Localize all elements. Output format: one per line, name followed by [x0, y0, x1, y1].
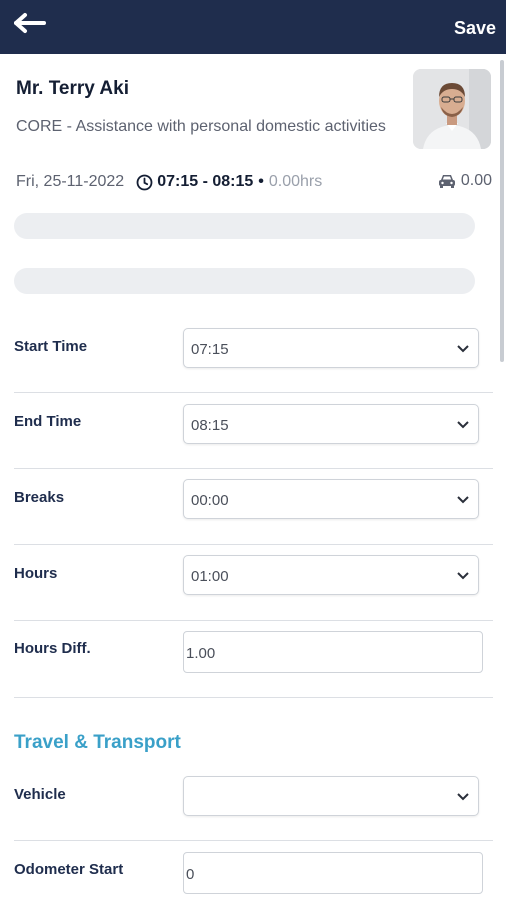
hours-diff-value: 1.00 — [186, 645, 216, 662]
start-time-value: 07:15 — [191, 341, 229, 358]
hours-diff-input[interactable]: 1.00 — [183, 631, 483, 673]
breaks-select[interactable]: 00:00 — [183, 479, 479, 519]
breaks-label: Breaks — [14, 489, 65, 506]
divider — [14, 620, 493, 621]
top-app-bar: Save — [0, 0, 506, 54]
avatar-photo — [413, 69, 491, 149]
odometer-start-label: Odometer Start — [14, 861, 124, 878]
appointment-hours: 0.00hrs — [268, 173, 323, 190]
start-time-select[interactable]: 07:15 — [183, 328, 479, 368]
end-time-value: 08:15 — [191, 417, 229, 434]
travel-amount: 0.00 — [460, 172, 492, 189]
back-button[interactable] — [14, 12, 50, 36]
appointment-time: 07:15 - 08:15 — [157, 173, 254, 190]
chevron-down-icon — [457, 496, 469, 504]
meta-separator: • — [258, 173, 264, 190]
hours-select[interactable]: 01:00 — [183, 555, 479, 595]
service-description: CORE - Assistance with personal domestic… — [16, 118, 386, 135]
chevron-down-icon — [457, 572, 469, 580]
hours-diff-label: Hours Diff. — [14, 640, 91, 657]
end-time-label: End Time — [14, 413, 82, 430]
client-name: Mr. Terry Aki — [16, 78, 129, 99]
car-icon — [437, 173, 457, 189]
save-button[interactable]: Save — [454, 18, 496, 39]
chevron-down-icon — [457, 421, 469, 429]
odometer-start-input[interactable]: 0 — [183, 852, 483, 894]
loading-placeholder — [14, 268, 475, 294]
travel-section-title: Travel & Transport — [14, 732, 181, 753]
loading-placeholder — [14, 213, 475, 239]
appointment-meta: Fri, 25-11-2022 07:15 - 08:15 • 0.00hrs … — [16, 172, 496, 192]
chevron-down-icon — [457, 793, 469, 801]
divider — [14, 544, 493, 545]
divider — [14, 392, 493, 393]
scrollbar[interactable] — [500, 60, 504, 362]
divider — [14, 840, 493, 841]
odometer-start-value: 0 — [186, 866, 195, 883]
chevron-down-icon — [457, 345, 469, 353]
appointment-date: Fri, 25-11-2022 — [16, 173, 125, 190]
divider — [14, 468, 493, 469]
vehicle-label: Vehicle — [14, 786, 66, 803]
divider — [14, 697, 493, 698]
end-time-select[interactable]: 08:15 — [183, 404, 479, 444]
hours-label: Hours — [14, 565, 58, 582]
breaks-value: 00:00 — [191, 492, 229, 509]
clock-icon — [136, 174, 153, 191]
vehicle-select[interactable] — [183, 776, 479, 816]
arrow-left-icon — [14, 13, 46, 33]
hours-value: 01:00 — [191, 568, 229, 585]
avatar[interactable] — [413, 69, 491, 149]
start-time-label: Start Time — [14, 338, 88, 355]
travel-amount-group: 0.00 — [437, 172, 492, 190]
